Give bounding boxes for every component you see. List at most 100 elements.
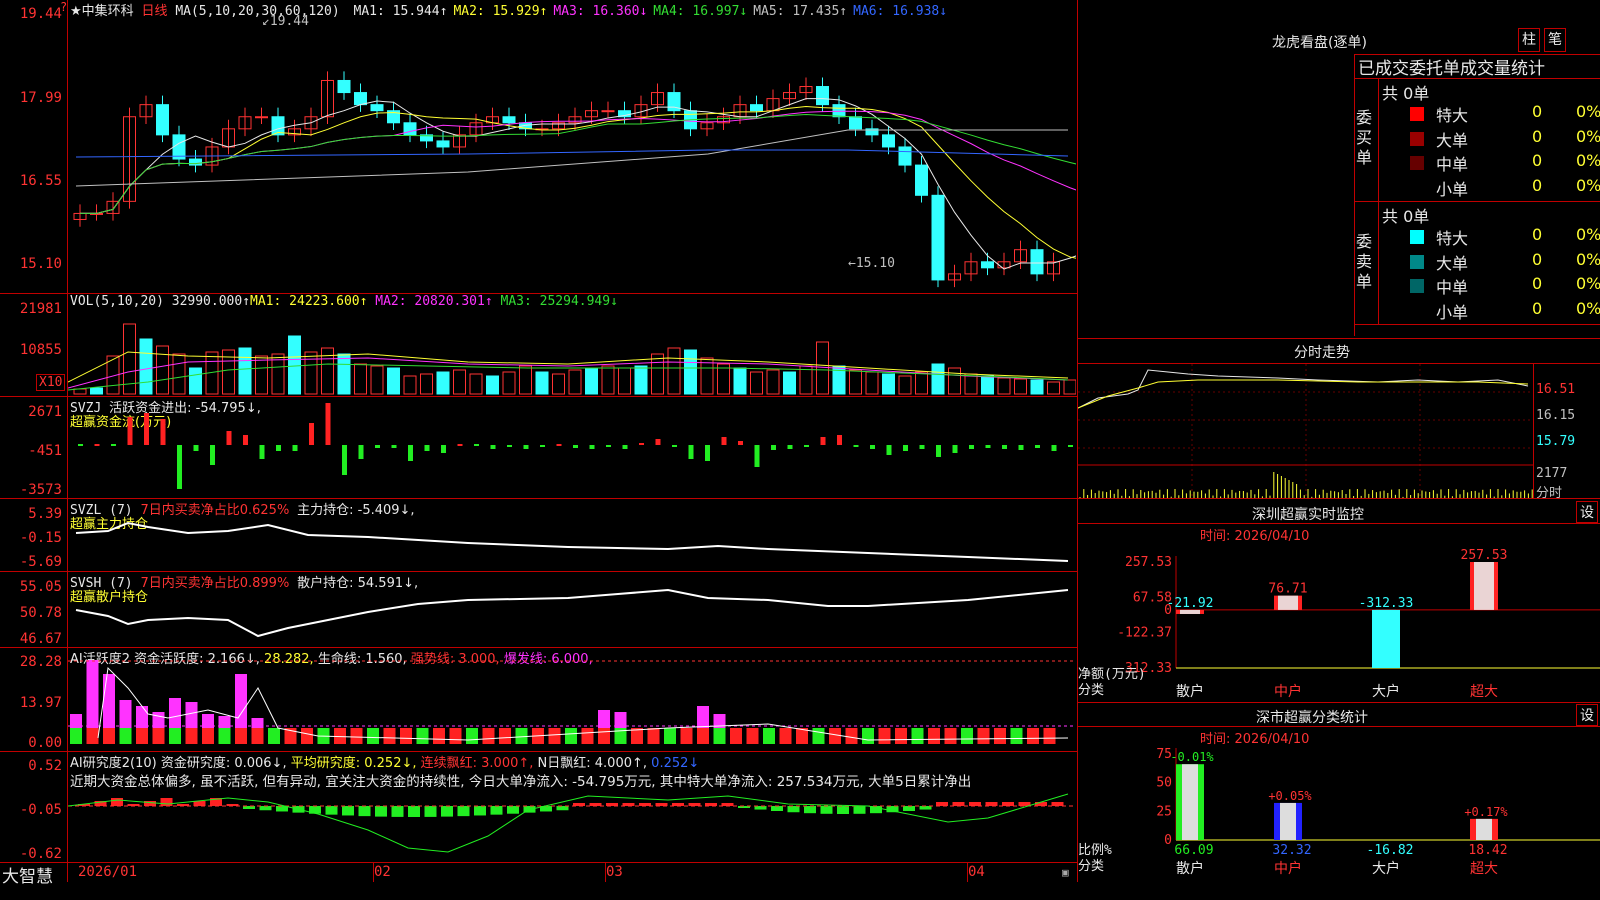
svzj-bar <box>589 445 595 449</box>
ai-research-desc1: 资金研究度: 0.006↓, <box>160 756 287 771</box>
ai-research-y-tick-0: 0.52 <box>28 758 62 774</box>
ai-active-bar <box>119 700 132 728</box>
vol-ma2: MA2: 20820.301↑ <box>375 294 493 309</box>
candle-body <box>255 116 268 119</box>
ai-research-bar <box>787 806 800 813</box>
ai-research-bar <box>490 806 503 815</box>
volume-bar <box>634 365 648 395</box>
ai-active-base-bar <box>961 728 973 744</box>
pen-mode-button[interactable]: 笔 <box>1544 28 1566 52</box>
sz-monitor-bar-fill-2 <box>1376 609 1396 668</box>
svzj-bar <box>622 445 628 449</box>
sz-monitor-y-tick-0: 257.53 <box>1125 555 1172 570</box>
sz-class-bar-0 <box>1176 764 1204 840</box>
svsh-line <box>75 588 1069 638</box>
volume-bar <box>733 367 747 395</box>
sz-class-cat-2: 大户 <box>1372 860 1400 877</box>
intraday-svg[interactable] <box>1078 364 1534 498</box>
bar-mode-button[interactable]: 柱 <box>1518 28 1540 52</box>
ai-active-base-bar <box>928 728 940 744</box>
ai-active-base-bar <box>895 728 907 744</box>
svzj-bar <box>193 445 199 451</box>
volume-bar <box>915 371 928 395</box>
ai-active-base-bar <box>1043 728 1056 744</box>
x-label-0: 2026/01 <box>78 864 138 880</box>
buy-row-1: 大单 0 0% <box>1410 127 1600 151</box>
ai-active-base-bar <box>994 728 1006 744</box>
question-icon[interactable]: ? <box>60 0 67 14</box>
vol-y-tick-1: 10855 <box>19 342 62 358</box>
buy-count-2: 0 <box>1532 151 1543 170</box>
candle-body <box>172 134 186 160</box>
ai-research-svg <box>68 793 1076 853</box>
dragon-tiger-subtitle: 已成交委托单成交量统计 <box>1358 59 1545 79</box>
vol-unit-badge[interactable]: X10 <box>36 374 66 391</box>
sz-class-bar-fill-1 <box>1280 802 1296 840</box>
ai-active-base-bar <box>136 728 148 744</box>
sz-class-settings-button[interactable]: 设 <box>1576 704 1598 726</box>
svzj-bar <box>210 445 215 465</box>
ai-active-base-bar <box>763 728 775 744</box>
ma-line-6 <box>75 149 1069 158</box>
volume-bar <box>337 353 351 395</box>
buy-pct-1: 0% <box>1576 126 1600 146</box>
sz-monitor-x-label: 分类 <box>1078 683 1104 698</box>
sell-pct-1: 0% <box>1576 249 1600 269</box>
ai-active-base-bar <box>433 728 445 744</box>
svzj-bar <box>375 445 380 448</box>
intraday-vol-tick: 2177 <box>1536 466 1568 481</box>
ai-active-y-tick-0: 28.28 <box>19 654 62 670</box>
svzj-bar <box>886 445 892 455</box>
volume-bar <box>948 367 961 395</box>
buy-row-3: 小单 0 0% <box>1410 176 1600 200</box>
svzj-bar <box>721 437 727 445</box>
ai-active-base-bar <box>400 728 412 744</box>
ai-active-base-bar <box>86 728 99 744</box>
sz-class-cat-1: 中户 <box>1274 860 1302 877</box>
volume-bar <box>255 355 268 395</box>
sz-class-bar-fill-3 <box>1476 818 1492 840</box>
volume-bar <box>898 375 912 395</box>
ai-active-base-bar <box>730 728 742 744</box>
svzj-bar <box>705 445 710 461</box>
ai-active-base-bar <box>944 728 957 744</box>
candle-body <box>931 194 945 281</box>
volume-bar <box>469 373 483 395</box>
candle-body <box>816 86 829 106</box>
svzj-bar <box>738 441 743 445</box>
buy-count-1: 0 <box>1532 126 1543 146</box>
sz-monitor-y-tick-3: -122.37 <box>1117 626 1172 641</box>
sz-class-change-0: -0.01% <box>1170 750 1214 764</box>
ai-research-bar <box>424 806 437 817</box>
ai-active-base-bar <box>235 728 247 744</box>
sz-monitor-cat-0: 散户 <box>1176 683 1204 700</box>
sz-monitor-cat-2: 大户 <box>1372 683 1400 700</box>
volume-bar <box>321 347 334 395</box>
sz-monitor-title: 深圳超赢实时监控 <box>1252 507 1364 523</box>
volume-bar <box>882 373 895 395</box>
candle-body <box>898 146 912 166</box>
candle-body <box>354 92 367 106</box>
volume-bar <box>964 373 978 395</box>
ai-active-base-bar <box>911 728 924 744</box>
svzj-tick <box>474 444 479 446</box>
ai-research-bar <box>160 798 173 806</box>
candle-body <box>915 164 928 196</box>
svzl-y-tick-0: 5.39 <box>28 506 62 522</box>
ai-research-bar <box>342 806 354 816</box>
svzl-line <box>75 521 1069 562</box>
ai-research-bar <box>391 806 404 817</box>
kline-chart-area[interactable]: ★中集环科 日线 MA(5,10,20,30,60,120) MA1: 15.9… <box>0 0 1078 887</box>
svzj-bar <box>606 445 611 447</box>
lock-icon[interactable]: ▣ <box>1062 866 1069 879</box>
sell-count-1: 0 <box>1532 249 1543 269</box>
volume-bar <box>354 363 367 395</box>
candle-body <box>882 134 895 148</box>
svzj-bar <box>903 445 908 451</box>
sz-monitor-settings-button[interactable]: 设 <box>1576 501 1598 523</box>
ai-research-desc4: N日飘红: 4.000↑, <box>537 756 648 771</box>
ai-research-bar <box>804 806 816 814</box>
kline-svg[interactable] <box>68 14 1076 292</box>
ai-research-bar <box>556 806 569 811</box>
buy-row-0: 特大 0 0% <box>1410 102 1600 126</box>
